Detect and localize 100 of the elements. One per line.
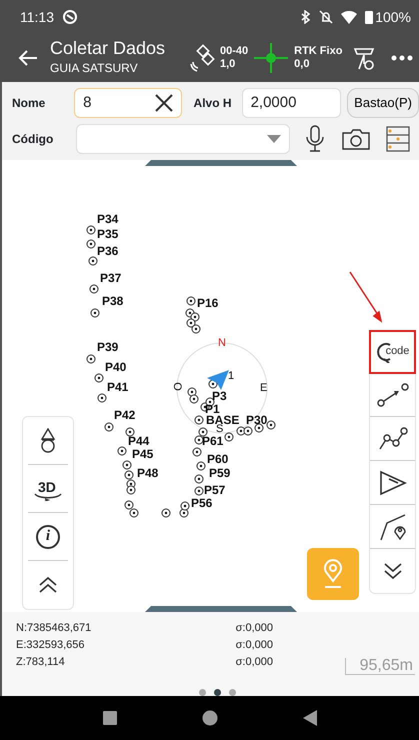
field-label: Alvo H: [194, 95, 232, 112]
point-marker[interactable]: [180, 502, 190, 510]
point-label: P45: [132, 448, 154, 460]
coordinate-sigma: σ:0,000: [236, 655, 273, 670]
point-marker[interactable]: [86, 354, 96, 364]
back-nav-icon[interactable]: [302, 710, 316, 726]
expand-down-icon[interactable]: [382, 562, 402, 580]
bluetooth-icon: [301, 10, 312, 24]
field-label: Código: [12, 131, 54, 148]
point-marker[interactable]: [126, 428, 134, 436]
point-marker[interactable]: [86, 226, 96, 234]
point-marker[interactable]: [186, 318, 196, 328]
microphone-icon[interactable]: [304, 125, 326, 153]
location-pin-icon: [321, 559, 345, 589]
point-marker[interactable]: [88, 256, 98, 266]
clear-icon[interactable]: [154, 94, 173, 112]
point-label: P44: [128, 435, 150, 447]
point-label: P34: [97, 213, 118, 225]
coordinate-sigma: σ:0,000: [236, 638, 273, 653]
wifi-icon: [341, 10, 358, 24]
point-marker[interactable]: [104, 422, 114, 432]
point-label: P30: [246, 414, 268, 426]
scale-bar: 95,65m: [344, 658, 415, 675]
coordinate-sigma: σ:0,000: [236, 621, 273, 636]
point-label: P16: [197, 297, 218, 309]
home-icon[interactable]: [202, 710, 218, 726]
screen-title: Coletar Dados: [50, 39, 166, 59]
point-label: P39: [97, 341, 118, 353]
cursor-label: 1: [228, 371, 234, 382]
point-marker[interactable]: [266, 420, 276, 430]
point-marker[interactable]: [236, 426, 246, 436]
point-marker[interactable]: [86, 240, 96, 248]
layers-icon[interactable]: [386, 126, 410, 152]
point-marker[interactable]: [162, 508, 170, 518]
battery-level: 100%: [375, 8, 411, 26]
point-label: BASE: [206, 414, 240, 426]
point-marker[interactable]: [122, 460, 132, 470]
point-marker[interactable]: [192, 324, 200, 334]
route-pin-icon: [378, 512, 406, 540]
recents-icon[interactable]: [102, 711, 116, 725]
sync-icon: [62, 9, 78, 25]
level-icon[interactable]: [39, 428, 57, 454]
point-label: P40: [105, 361, 126, 373]
name-field[interactable]: 8: [74, 88, 182, 118]
point-marker[interactable]: [194, 486, 204, 496]
point-label: P57: [204, 484, 226, 496]
point-label: P36: [97, 245, 118, 257]
more-icon[interactable]: [391, 55, 413, 61]
compass-north: N: [218, 338, 226, 349]
point-marker[interactable]: [188, 388, 196, 396]
satellite-pdop: 1,0: [220, 58, 236, 71]
point-marker[interactable]: [206, 398, 214, 406]
point-label: P1: [205, 403, 220, 415]
point-marker[interactable]: [124, 470, 134, 480]
point-marker[interactable]: [126, 486, 136, 494]
info-icon[interactable]: i: [36, 524, 60, 548]
point-marker[interactable]: [194, 436, 204, 444]
point-marker[interactable]: [196, 462, 206, 470]
camera-icon[interactable]: [342, 128, 370, 150]
panel-handle[interactable]: [145, 160, 297, 166]
point-marker[interactable]: [90, 284, 98, 294]
point-label: P41: [107, 381, 128, 393]
compass-east: E: [260, 383, 268, 394]
coordinate-value: E:332593,656: [16, 638, 85, 653]
caret-icon: [267, 135, 281, 143]
point-marker[interactable]: [254, 424, 264, 432]
crosshair-icon: [254, 43, 288, 73]
coordinate-value: Z:783,114: [16, 655, 65, 670]
map-tool-button[interactable]: code: [370, 331, 415, 373]
position-cursor-icon: [207, 370, 229, 390]
height-field[interactable]: 2,0000: [242, 88, 342, 118]
point-label: P59: [209, 467, 230, 479]
expand-up-icon[interactable]: [38, 576, 58, 594]
compass-south: S: [216, 424, 224, 435]
point-marker[interactable]: [192, 448, 202, 456]
point-marker[interactable]: [98, 394, 106, 402]
point-marker[interactable]: [118, 446, 126, 456]
point-marker[interactable]: [94, 374, 104, 382]
solution-status: RTK Fixo: [294, 45, 342, 58]
point-marker[interactable]: [194, 416, 204, 424]
point-marker[interactable]: [90, 308, 100, 318]
point-marker[interactable]: [190, 394, 198, 404]
point-marker[interactable]: [198, 428, 208, 436]
point-label: P37: [100, 272, 122, 284]
point-marker[interactable]: [124, 500, 134, 510]
job-name: GUIA SATSURV: [50, 60, 139, 77]
point-marker[interactable]: [194, 474, 204, 484]
polyline-icon: [378, 426, 408, 450]
point-marker[interactable]: [186, 296, 196, 306]
point-label: P60: [207, 453, 228, 465]
panel-handle[interactable]: [145, 606, 297, 612]
back-icon[interactable]: [18, 49, 38, 67]
point-label: P56: [191, 497, 212, 509]
point-marker[interactable]: [224, 432, 234, 442]
page-indicator[interactable]: [214, 689, 221, 696]
point-label: P3: [212, 390, 227, 402]
point-marker[interactable]: [244, 426, 252, 436]
point-marker[interactable]: [130, 508, 138, 518]
pole-mode-button[interactable]: Bastao(P): [347, 88, 419, 118]
receiver-icon[interactable]: [352, 45, 376, 71]
